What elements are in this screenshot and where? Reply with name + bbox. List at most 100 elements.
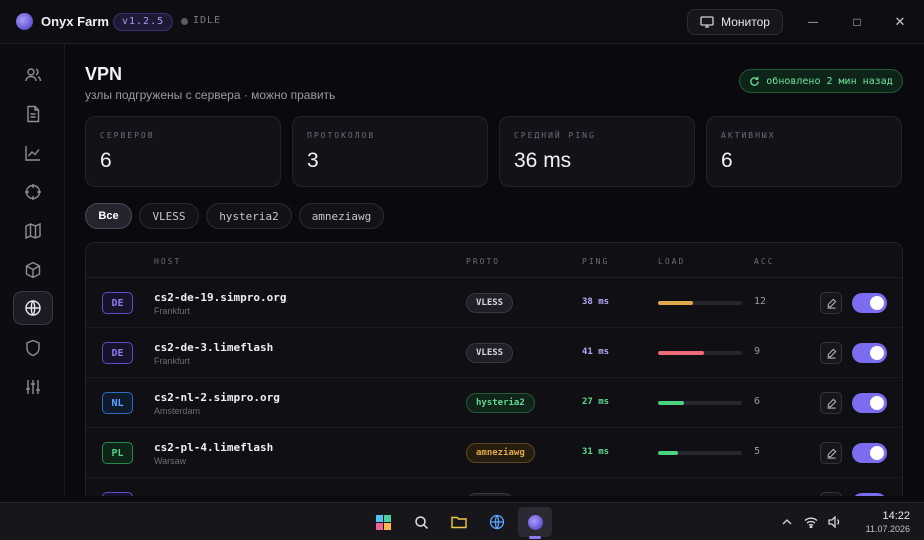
monitor-button-label: Монитор — [721, 15, 770, 29]
stat-card-avg-ping: СРЕДНИЙ PING 36 ms — [499, 116, 695, 187]
app-title: Onyx Farm — [41, 14, 109, 29]
server-city: Amsterdam — [154, 406, 201, 416]
filter-chip-amneziawg[interactable]: amneziawg — [299, 203, 384, 229]
table-row-partial — [86, 478, 902, 496]
refresh-icon — [750, 76, 760, 86]
enable-toggle[interactable] — [852, 443, 887, 463]
server-ping: 41 ms — [582, 347, 610, 357]
minimize-button[interactable]: — — [801, 10, 825, 34]
column-header-proto: PROTO — [466, 257, 501, 266]
edit-button[interactable] — [820, 492, 842, 496]
load-bar — [658, 351, 742, 355]
enable-toggle[interactable] — [852, 293, 887, 313]
minimize-icon: — — [808, 16, 818, 28]
edit-icon — [826, 398, 836, 409]
servers-table: HOST PROTO PING LOAD ACC DE cs2-de-19.si… — [85, 242, 903, 496]
taskbar-browser-button[interactable] — [486, 511, 508, 533]
taskbar-search-button[interactable] — [410, 511, 432, 533]
taskbar-onyx-button[interactable] — [524, 511, 546, 533]
sidebar-item-packages[interactable] — [13, 253, 53, 287]
page-title: VPN — [85, 64, 123, 84]
load-bar-fill — [658, 451, 679, 455]
page-subtitle: узлы подгружены с сервера · можно правит… — [85, 88, 336, 102]
stat-label: ПРОТОКОЛОВ — [307, 131, 376, 140]
server-host: cs2-de-19.simpro.org — [154, 291, 287, 304]
country-badge: PL — [102, 442, 133, 464]
sidebar-item-settings[interactable] — [13, 370, 53, 404]
chart-icon — [25, 146, 40, 161]
edit-icon — [826, 448, 836, 459]
load-bar — [658, 401, 742, 405]
document-icon — [27, 105, 40, 123]
enable-toggle[interactable] — [852, 493, 887, 496]
server-host: cs2-nl-2.simpro.org — [154, 391, 280, 404]
stat-card-active: АКТИВНЫХ 6 — [706, 116, 902, 187]
tray-volume-button[interactable] — [824, 511, 846, 533]
table-row: DE cs2-de-19.simpro.org Frankfurt VLESS … — [86, 278, 902, 328]
stat-label: АКТИВНЫХ — [721, 131, 776, 140]
stat-label: СЕРВЕРОВ — [100, 131, 155, 140]
folder-icon — [451, 516, 467, 529]
edit-button[interactable] — [820, 442, 842, 464]
protocol-badge — [466, 493, 514, 496]
account-count: 6 — [754, 396, 761, 407]
sidebar-item-stats[interactable] — [13, 136, 53, 170]
taskbar-explorer-button[interactable] — [448, 511, 470, 533]
maximize-icon: □ — [853, 15, 861, 29]
status-dot-icon — [181, 18, 188, 25]
server-host: cs2-de-3.limeflash — [154, 341, 274, 354]
refresh-button[interactable]: обновлено 2 мин назад — [739, 69, 903, 93]
country-badge: DE — [102, 292, 133, 314]
updated-label: обновлено 2 мин назад — [766, 75, 893, 87]
shield-icon — [26, 339, 40, 357]
taskbar-date[interactable]: 11.07.2026 — [852, 524, 910, 534]
edit-button[interactable] — [820, 292, 842, 314]
title-bar: Onyx Farm v1.2.5 IDLE Монитор — □ ✕ — [0, 0, 924, 44]
server-city: Frankfurt — [154, 356, 191, 366]
country-badge: NL — [102, 392, 133, 414]
load-bar-fill — [658, 301, 694, 305]
onyx-app-icon — [527, 514, 543, 530]
enable-toggle[interactable] — [852, 393, 887, 413]
sidebar-item-vpn[interactable] — [13, 291, 53, 325]
account-count: 12 — [754, 296, 767, 307]
protocol-badge: VLESS — [466, 293, 514, 313]
country-badge: DE — [102, 342, 133, 364]
tray-network-button[interactable] — [800, 511, 822, 533]
server-ping: 27 ms — [582, 397, 610, 407]
sidebar-item-security[interactable] — [13, 331, 53, 365]
monitor-button[interactable]: Монитор — [687, 9, 783, 35]
sidebar-item-map[interactable] — [13, 214, 53, 248]
account-count: 9 — [754, 346, 761, 357]
edit-button[interactable] — [820, 392, 842, 414]
browser-icon — [489, 514, 505, 530]
edit-button[interactable] — [820, 342, 842, 364]
users-icon — [25, 68, 42, 82]
edit-icon — [826, 348, 836, 359]
app-logo-icon — [16, 13, 33, 30]
server-city: Warsaw — [154, 456, 187, 466]
filter-chip-all[interactable]: Все — [85, 203, 132, 229]
load-bar-fill — [658, 401, 685, 405]
close-button[interactable]: ✕ — [888, 10, 912, 34]
column-header-acc: ACC — [754, 257, 775, 266]
sidebar-item-users[interactable] — [13, 58, 53, 92]
filter-chip-vless[interactable]: VLESS — [139, 203, 199, 229]
sidebar-item-documents[interactable] — [13, 97, 53, 131]
enable-toggle[interactable] — [852, 343, 887, 363]
monitor-icon — [700, 16, 714, 28]
column-header-load: LOAD — [658, 257, 686, 266]
sidebar-item-targets[interactable] — [13, 175, 53, 209]
taskbar: 14:22 11.07.2026 — [0, 502, 924, 540]
start-button[interactable] — [372, 511, 394, 533]
status-text: IDLE — [193, 15, 222, 26]
filter-chip-hysteria2[interactable]: hysteria2 — [206, 203, 292, 229]
maximize-button[interactable]: □ — [845, 10, 869, 34]
taskbar-active-indicator — [529, 536, 541, 539]
wifi-icon — [804, 517, 818, 528]
tray-overflow-button[interactable] — [776, 511, 798, 533]
protocol-badge: hysteria2 — [466, 393, 535, 413]
taskbar-clock[interactable]: 14:22 — [852, 510, 910, 522]
server-host: cs2-pl-4.limeflash — [154, 441, 274, 454]
stat-card-servers: СЕРВЕРОВ 6 — [85, 116, 281, 187]
